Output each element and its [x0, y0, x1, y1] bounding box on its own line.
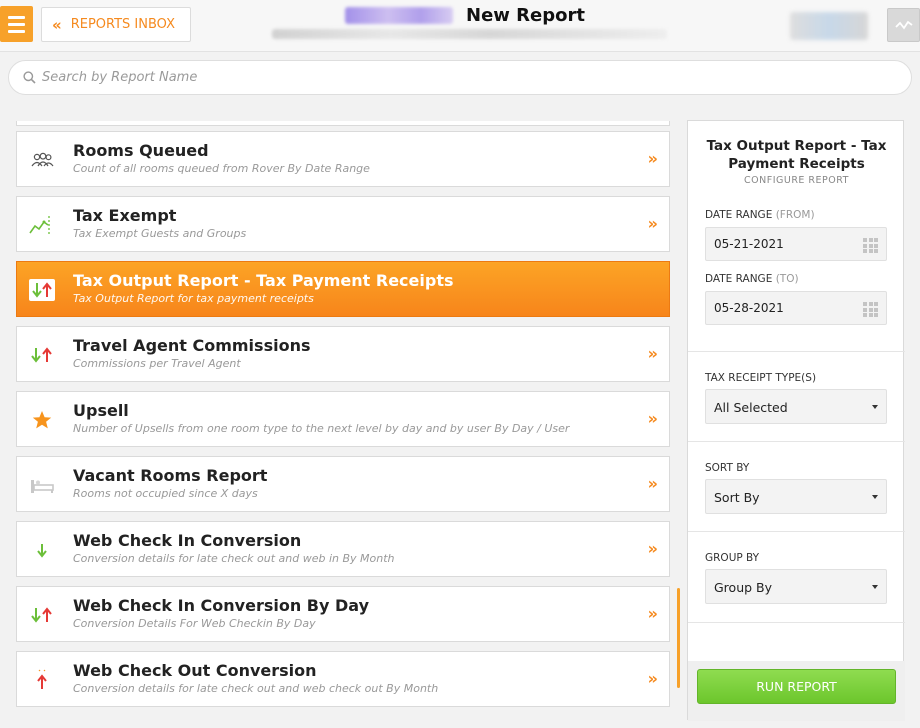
user-info-redacted[interactable] [790, 12, 868, 40]
report-item-web-check-in-conversion[interactable]: Web Check In Conversion Conversion detai… [16, 521, 670, 577]
report-name: Web Check Out Conversion [73, 661, 317, 680]
config-report-title: Tax Output Report - Tax Payment Receipts [706, 138, 887, 172]
report-name: Tax Output Report - Tax Payment Receipts [73, 271, 454, 290]
report-item-vacant-rooms[interactable]: Vacant Rooms Report Rooms not occupied s… [16, 456, 670, 512]
double-chevron-right-icon: » [647, 344, 658, 363]
divider [688, 531, 905, 532]
report-item-tax-output[interactable]: Tax Output Report - Tax Payment Receipts… [16, 261, 670, 317]
menu-icon-line [8, 22, 25, 26]
divider [688, 622, 905, 623]
date-from-label: DATE RANGE (FROM) [705, 209, 815, 221]
double-chevron-right-icon: » [647, 214, 658, 233]
caret-down-icon [872, 405, 878, 409]
search-input[interactable] [42, 70, 842, 85]
report-description: Commissions per Travel Agent [73, 357, 241, 370]
divider [688, 351, 905, 352]
date-to-label-text: DATE RANGE [705, 273, 773, 285]
scrollbar-thumb[interactable] [677, 588, 680, 688]
report-name: Tax Exempt [73, 206, 177, 225]
page-title: New Report [466, 5, 585, 26]
group-by-value: Group By [714, 580, 773, 595]
calendar-icon[interactable] [863, 238, 878, 253]
sort-by-value: Sort By [714, 490, 760, 505]
menu-button[interactable] [0, 6, 33, 42]
report-item-upsell[interactable]: Upsell Number of Upsells from one room t… [16, 391, 670, 447]
group-by-select[interactable]: Group By [705, 569, 887, 604]
report-name: Web Check In Conversion By Day [73, 596, 370, 615]
trend-chart-icon [29, 213, 55, 237]
report-description: Number of Upsells from one room type to … [73, 422, 570, 435]
configure-report-panel: Tax Output Report - Tax Payment Receipts… [687, 120, 905, 721]
config-subtitle: CONFIGURE REPORT [744, 175, 849, 186]
run-report-area: RUN REPORT [688, 661, 905, 721]
caret-down-icon [872, 585, 878, 589]
bed-icon [29, 473, 55, 497]
group-by-label: GROUP BY [705, 552, 760, 564]
report-name: Web Check In Conversion [73, 531, 302, 550]
report-description: Rooms not occupied since X days [73, 487, 258, 500]
double-chevron-left-icon: « [52, 15, 62, 34]
activity-graph-button[interactable] [887, 8, 920, 42]
report-item-web-check-out-conversion[interactable]: Web Check Out Conversion Conversion deta… [16, 651, 670, 707]
caret-down-icon [872, 495, 878, 499]
double-chevron-right-icon: » [647, 409, 658, 428]
double-chevron-right-icon: » [647, 604, 658, 623]
reports-inbox-button[interactable]: « REPORTS INBOX [41, 7, 191, 42]
top-bar: « REPORTS INBOX New Report [0, 0, 920, 52]
star-icon [29, 408, 55, 432]
report-item-web-check-in-conversion-by-day[interactable]: Web Check In Conversion By Day Conversio… [16, 586, 670, 642]
date-to-value: 05-28-2021 [714, 301, 784, 315]
tax-receipt-type-label: TAX RECEIPT TYPE(S) [705, 372, 817, 384]
menu-icon-line [8, 29, 25, 33]
up-arrow-icon [29, 668, 55, 692]
tax-receipt-type-select[interactable]: All Selected [705, 389, 887, 424]
date-from-value: 05-21-2021 [714, 237, 784, 251]
report-description: Count of all rooms queued from Rover By … [73, 162, 370, 175]
date-to-label: DATE RANGE (TO) [705, 273, 799, 285]
business-date-redacted [272, 29, 667, 39]
report-description: Tax Output Report for tax payment receip… [73, 292, 314, 305]
up-down-arrows-icon [29, 603, 55, 627]
double-chevron-right-icon: » [647, 474, 658, 493]
run-report-button[interactable]: RUN REPORT [697, 669, 896, 704]
report-item-travel-agent-commissions[interactable]: Travel Agent Commissions Commissions per… [16, 326, 670, 382]
hotel-name-redacted [345, 7, 453, 24]
date-from-label-text: DATE RANGE [705, 209, 773, 221]
activity-icon [894, 20, 913, 30]
report-description: Conversion details for late check out an… [73, 552, 395, 565]
sort-by-label: SORT BY [705, 462, 750, 474]
tax-receipt-type-value: All Selected [714, 400, 788, 415]
date-to-label-suffix: (TO) [775, 273, 799, 285]
reports-inbox-label: REPORTS INBOX [70, 17, 175, 32]
search-icon [23, 71, 36, 84]
date-to-field[interactable]: 05-28-2021 [705, 291, 887, 325]
report-item-tax-exempt[interactable]: Tax Exempt Tax Exempt Guests and Groups … [16, 196, 670, 252]
report-name: Rooms Queued [73, 141, 209, 160]
divider [688, 441, 905, 442]
users-icon [29, 148, 55, 172]
up-down-arrows-icon [29, 278, 55, 302]
report-name: Upsell [73, 401, 129, 420]
down-arrow-icon [29, 538, 55, 562]
up-down-arrows-icon [29, 343, 55, 367]
double-chevron-right-icon: » [647, 669, 658, 688]
date-from-label-suffix: (FROM) [775, 209, 815, 221]
menu-icon-line [8, 15, 25, 19]
calendar-icon[interactable] [863, 302, 878, 317]
double-chevron-right-icon: » [647, 539, 658, 558]
date-from-field[interactable]: 05-21-2021 [705, 227, 887, 261]
report-name: Travel Agent Commissions [73, 336, 311, 355]
report-description: Conversion details for late check out an… [73, 682, 439, 695]
list-item-partial [16, 121, 670, 126]
icon-frame [29, 279, 55, 301]
search-bar[interactable] [8, 60, 912, 95]
double-chevron-right-icon: » [647, 149, 658, 168]
report-name: Vacant Rooms Report [73, 466, 268, 485]
report-description: Tax Exempt Guests and Groups [73, 227, 247, 240]
report-item-rooms-queued[interactable]: Rooms Queued Count of all rooms queued f… [16, 131, 670, 187]
report-description: Conversion Details For Web Checkin By Da… [73, 617, 316, 630]
sort-by-select[interactable]: Sort By [705, 479, 887, 514]
